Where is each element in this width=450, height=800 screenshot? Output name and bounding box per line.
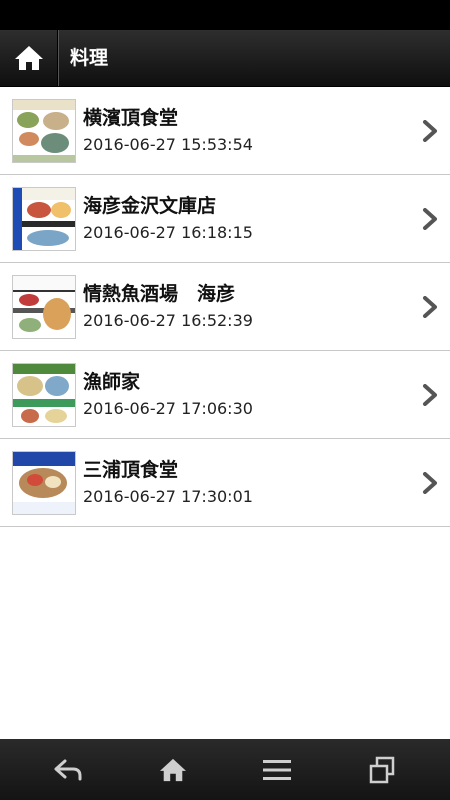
chevron-right-icon [423,296,437,318]
list-item[interactable]: 漁師家 2016-06-27 17:06:30 [0,351,450,439]
item-title: 横濱頂食堂 [83,107,179,129]
recent-apps-icon [369,756,395,783]
thumbnail-image [12,99,76,163]
header-divider [57,30,59,86]
page-title: 料理 [70,47,109,69]
item-date: 2016-06-27 16:18:15 [83,223,253,242]
home-icon [160,758,186,781]
list-item[interactable]: 三浦頂食堂 2016-06-27 17:30:01 [0,439,450,527]
nav-back-button[interactable] [12,739,124,800]
home-button[interactable] [0,30,57,86]
item-title: 海彦金沢文庫店 [83,195,217,217]
thumbnail-image [12,275,76,339]
chevron-right-icon [423,472,437,494]
item-date: 2016-06-27 16:52:39 [83,311,253,330]
home-icon [14,46,43,70]
nav-menu-button[interactable] [221,739,333,800]
list-item[interactable]: 情熱魚酒場 海彦 2016-06-27 16:52:39 [0,263,450,351]
chevron-right-icon [423,120,437,142]
item-title: 情熱魚酒場 海彦 [83,283,236,305]
nav-recent-apps-button[interactable] [326,739,438,800]
thumbnail-image [12,451,76,515]
item-date: 2016-06-27 17:06:30 [83,399,253,418]
chevron-right-icon [423,384,437,406]
menu-icon [263,759,291,780]
restaurant-list: 横濱頂食堂 2016-06-27 15:53:54 海彦金沢文庫店 2016-0… [0,87,450,527]
item-title: 漁師家 [83,371,141,393]
app-header: 料理 [0,30,450,87]
chevron-right-icon [423,208,437,230]
item-date: 2016-06-27 15:53:54 [83,135,253,154]
back-icon [54,759,82,780]
item-date: 2016-06-27 17:30:01 [83,487,253,506]
thumbnail-image [12,187,76,251]
list-item[interactable]: 海彦金沢文庫店 2016-06-27 16:18:15 [0,175,450,263]
nav-home-button[interactable] [117,739,229,800]
status-bar [0,0,450,30]
system-nav-bar [0,739,450,800]
thumbnail-image [12,363,76,427]
list-item[interactable]: 横濱頂食堂 2016-06-27 15:53:54 [0,87,450,175]
item-title: 三浦頂食堂 [83,459,179,481]
